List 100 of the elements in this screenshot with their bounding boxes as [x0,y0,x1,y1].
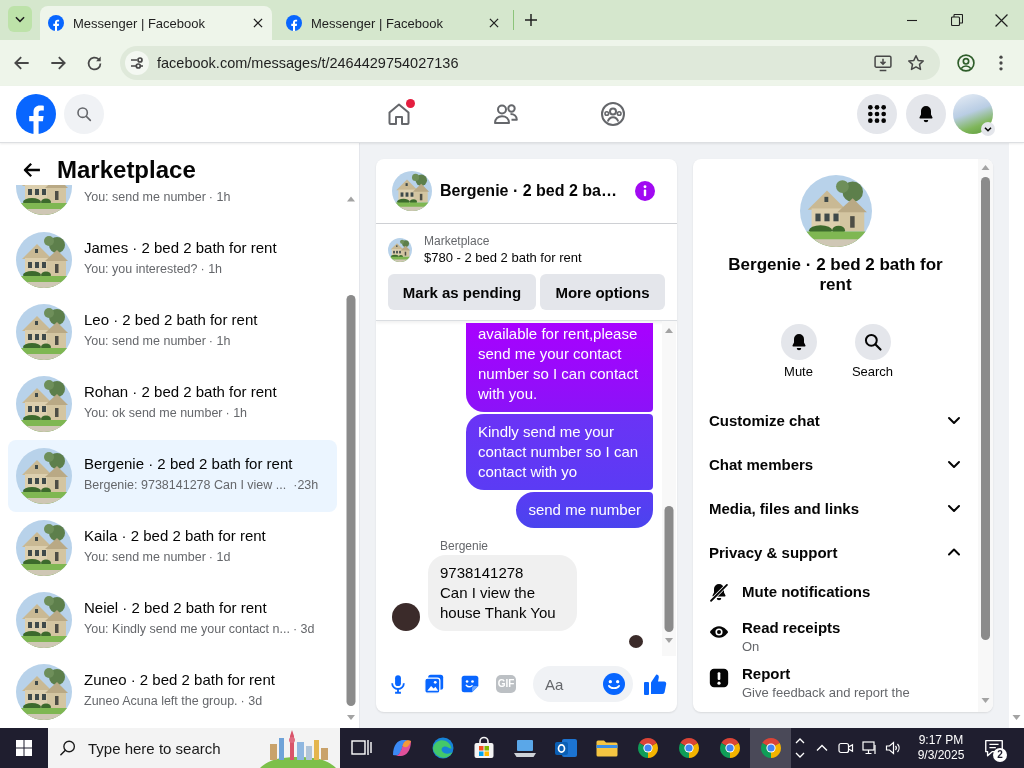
conversation-item[interactable]: Zuneo · 2 bed 2 bath for rent Zuneo Acuna left the group. · 3d [8,656,337,728]
chat-title: Bergenie · 2 bed 2 ba… [440,182,618,200]
scrollbar[interactable] [978,159,993,712]
message-preview: Zuneo Acuna left the group. [84,693,238,709]
house-photo [16,185,72,215]
browser-icon [676,736,701,760]
mail-app-icon [553,736,578,760]
message-time: · 3d [240,693,263,709]
house-photo [16,376,72,432]
scrollbar[interactable] [662,321,676,656]
new-tab-icon[interactable] [523,12,539,28]
house-photo [16,448,72,504]
house-photo [16,520,72,576]
conversation-name: Zuneo · 2 bed 2 bath for rent [84,670,275,690]
house-photo [16,232,72,288]
mute-button[interactable]: Mute [768,324,829,380]
clock-time: 9:17 PM [918,733,964,748]
emoji-icon[interactable] [603,673,625,695]
action-button[interactable]: More options [540,274,665,310]
site-settings-icon[interactable] [125,51,149,75]
image-icon[interactable] [424,674,444,694]
like-icon[interactable] [643,672,667,696]
menu-item[interactable]: Report [742,664,910,684]
sticker-icon[interactable] [460,674,480,694]
conversation-item[interactable]: Rohan · 2 bed 2 bath for rent You: ok send me number · 1h [8,368,337,440]
notifications-button[interactable] [906,94,946,134]
section-header[interactable]: Media, files and links [693,486,978,530]
profile-photo [392,603,420,631]
logo-icon [286,15,302,31]
conversation-item[interactable]: You: send me number · 1h [8,185,337,224]
logo-icon[interactable] [16,94,56,134]
star-icon[interactable] [906,53,926,73]
browser-icon [635,736,660,760]
close-icon[interactable] [487,16,501,30]
menu-item[interactable]: Mute notifications [742,582,871,602]
message-preview: You: you interested? [84,261,198,277]
alert-icon [709,668,729,688]
message-time: · 1h [208,333,231,349]
menu-item[interactable]: Read receipts [742,618,841,638]
four-squares-icon [16,740,32,756]
group-icon[interactable] [599,101,626,127]
message-bubble: 9738141278 Can I view the house Thank You [428,555,577,631]
item-description: On [742,638,761,656]
message-time: · 3d [292,621,315,637]
conversation-item[interactable]: James · 2 bed 2 bath for rent You: you interested? · 1h [8,224,337,296]
section-header[interactable]: Privacy & support [693,530,978,574]
conversation-item[interactable]: Neiel · 2 bed 2 bath for rent You: Kindly send me your contact n... · 3d [8,584,337,656]
conversation-name: Kaila · 2 bed 2 bath for rent [84,526,266,546]
close-icon[interactable] [995,13,1008,27]
conversation-item[interactable]: Kaila · 2 bed 2 bath for rent You: send me number · 1d [8,512,337,584]
browser-tab[interactable]: Messenger | Facebook [40,6,272,40]
swirl-icon [430,736,455,760]
search-button[interactable]: Search [842,324,903,380]
conversation-item[interactable]: Bergenie · 2 bed 2 bath for rent Bergenie: 9738141278 Can I view ... ·23h [8,440,337,512]
house-photo [16,664,72,720]
sidebar-title: Marketplace [57,155,196,185]
section-header[interactable]: Chat members [693,442,978,486]
conversation-name: James · 2 bed 2 bath for rent [84,238,277,258]
profile-icon[interactable] [956,53,976,73]
back-arrow-icon[interactable] [22,160,42,180]
message-bubble: available for rent,please send me your contact number so I can contact with you. [466,323,653,412]
section-header[interactable]: Customize chat [693,398,978,442]
search-button[interactable] [64,94,104,134]
listing-title: $780 - 2 bed 2 bath for rent [424,249,582,267]
chevron-down-icon[interactable] [981,122,995,136]
read-receipt-avatar [629,635,643,648]
sender-name: Bergenie [440,539,490,553]
conversation-item[interactable]: Leo · 2 bed 2 bath for rent You: send me number · 1h [8,296,337,368]
action-button[interactable]: Mark as pending [388,274,536,310]
message-preview: You: send me number [84,549,206,565]
camera-icon[interactable] [838,740,854,756]
search-icon [76,106,92,122]
monitor-icon[interactable] [862,740,878,756]
conversation-name: Bergenie · 2 bed 2 bath for rent [84,454,294,474]
clock-date: 9/3/2025 [917,748,965,763]
menu-button[interactable] [857,94,897,134]
conversation-name: Leo · 2 bed 2 bath for rent [84,310,258,330]
chat-name: Bergenie · 2 bed 2 bath for rent [727,255,944,295]
message-preview: You: Kindly send me your contact n... [84,621,290,637]
scrollbar[interactable] [1009,143,1024,728]
address-bar[interactable]: facebook.com/messages/t/2464429754027136 [120,46,940,80]
install-icon[interactable] [873,53,893,73]
speaker-icon[interactable] [885,740,901,756]
conversation-name: Neiel · 2 bed 2 bath for rent [84,598,268,618]
house-photo [16,592,72,648]
browser-tab[interactable]: Messenger | Facebook [280,6,510,40]
conversation-name: Rohan · 2 bed 2 bath for rent [84,382,277,402]
close-icon[interactable] [251,16,265,30]
message-time: · 1d [208,549,231,565]
message-preview: Bergenie: 9738141278 Can I view ... [84,477,287,493]
info-icon[interactable] [635,181,655,201]
microphone-icon[interactable] [388,674,408,694]
message-time: · 1h [200,261,223,277]
logo-icon [48,15,64,31]
message-preview: You: send me number [84,189,206,205]
message-time: · 1h [225,405,248,421]
people-icon[interactable] [492,101,519,127]
browser-icon [758,736,783,760]
tab-search-button[interactable] [8,6,32,32]
restore-icon[interactable] [950,14,963,26]
